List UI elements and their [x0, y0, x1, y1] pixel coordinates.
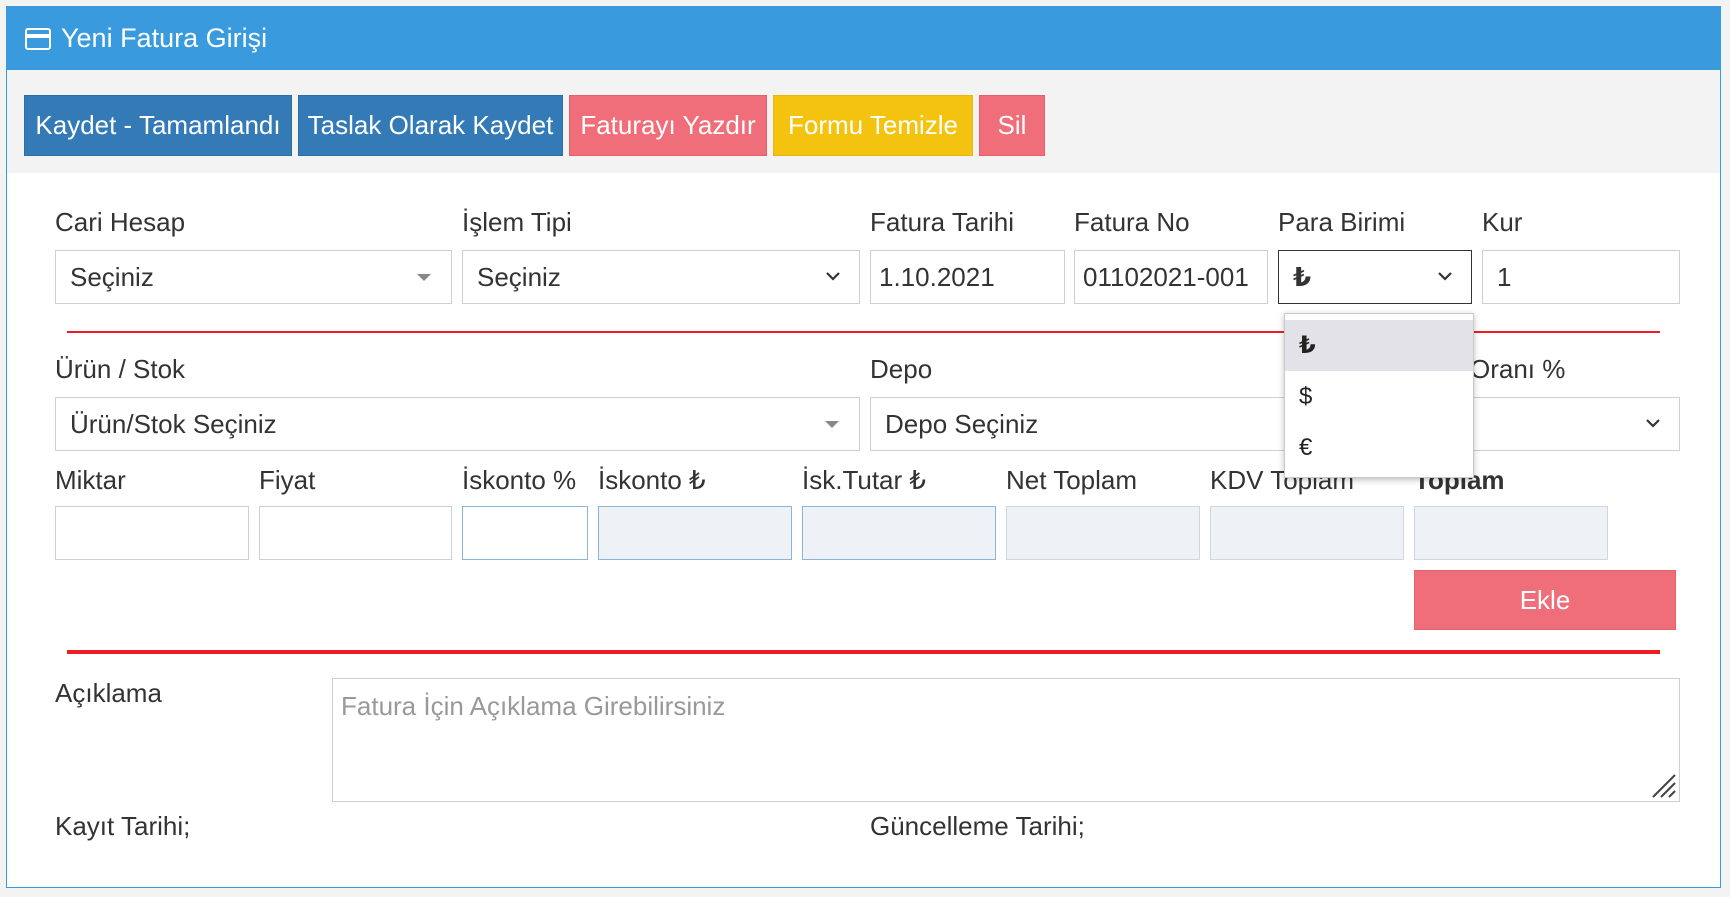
para-birimi-value: ₺ — [1293, 261, 1312, 292]
kdv-toplam-input — [1210, 506, 1404, 560]
currency-option-try[interactable]: ₺ — [1285, 320, 1473, 371]
kayit-tarihi-label: Kayıt Tarihi; — [55, 811, 191, 841]
invoice-panel: Yeni Fatura Girişi Kaydet - Tamamlandı T… — [6, 6, 1721, 888]
print-invoice-button[interactable]: Faturayı Yazdır — [569, 95, 767, 156]
kdv-orani-label: Oranı % — [1470, 354, 1566, 384]
iskonto-tl-label: İskonto ₺ — [598, 465, 706, 495]
iskonto-tl-input[interactable] — [598, 506, 792, 560]
net-toplam-input — [1006, 506, 1200, 560]
urun-stok-label: Ürün / Stok — [55, 354, 186, 384]
panel-header: Yeni Fatura Girişi — [7, 7, 1720, 70]
para-birimi-dropdown: ₺ $ € — [1284, 313, 1474, 478]
fatura-tarihi-input[interactable]: 1.10.2021 — [870, 250, 1065, 304]
islem-tipi-label: İşlem Tipi — [462, 207, 572, 237]
para-birimi-select[interactable]: ₺ — [1278, 250, 1472, 304]
fiyat-input[interactable] — [259, 506, 452, 560]
caret-down-icon — [417, 274, 431, 281]
iskonto-yuzde-label: İskonto % — [462, 465, 577, 495]
fatura-tarihi-label: Fatura Tarihi — [870, 207, 1015, 237]
page-title: Yeni Fatura Girişi — [61, 23, 268, 53]
miktar-label: Miktar — [55, 465, 126, 495]
delete-button[interactable]: Sil — [979, 95, 1045, 156]
iskonto-yuzde-input[interactable] — [462, 506, 588, 560]
cari-hesap-value: Seçiniz — [70, 261, 154, 292]
depo-select[interactable]: Depo Seçiniz — [870, 397, 1680, 451]
chevron-down-icon — [1646, 419, 1660, 428]
para-birimi-label: Para Birimi — [1278, 207, 1406, 237]
depo-value: Depo Seçiniz — [885, 408, 1039, 439]
urun-stok-select[interactable]: Ürün/Stok Seçiniz — [55, 397, 860, 451]
credit-card-icon — [25, 27, 51, 50]
chevron-down-icon — [826, 272, 840, 281]
toplam-input — [1414, 506, 1608, 560]
currency-option-usd[interactable]: $ — [1285, 371, 1473, 422]
currency-option-eur[interactable]: € — [1285, 422, 1473, 473]
fatura-no-label: Fatura No — [1074, 207, 1190, 237]
guncelleme-tarihi-label: Güncelleme Tarihi; — [870, 811, 1085, 841]
cari-hesap-select[interactable]: Seçiniz — [55, 250, 452, 304]
net-toplam-label: Net Toplam — [1006, 465, 1138, 495]
save-complete-button[interactable]: Kaydet - Tamamlandı — [24, 95, 292, 156]
caret-down-icon — [825, 421, 839, 428]
kur-label: Kur — [1482, 207, 1523, 237]
aciklama-label: Açıklama — [55, 678, 162, 708]
add-item-button[interactable]: Ekle — [1414, 570, 1676, 630]
toolbar: Kaydet - Tamamlandı Taslak Olarak Kaydet… — [7, 70, 1720, 173]
isk-tutar-input[interactable] — [802, 506, 996, 560]
isk-tutar-label: İsk.Tutar ₺ — [802, 465, 926, 495]
aciklama-textarea[interactable]: Fatura İçin Açıklama Girebilirsiniz — [332, 678, 1680, 802]
section-divider-thick — [67, 650, 1660, 654]
cari-hesap-label: Cari Hesap — [55, 207, 186, 237]
chevron-down-icon — [1438, 272, 1452, 281]
aciklama-placeholder: Fatura İçin Açıklama Girebilirsiniz — [341, 691, 726, 721]
depo-label: Depo — [870, 354, 933, 384]
fiyat-label: Fiyat — [259, 465, 316, 495]
miktar-input[interactable] — [55, 506, 249, 560]
resize-grip-icon[interactable] — [1647, 769, 1677, 799]
urun-stok-value: Ürün/Stok Seçiniz — [70, 408, 277, 439]
save-draft-button[interactable]: Taslak Olarak Kaydet — [298, 95, 563, 156]
kur-input[interactable]: 1 — [1482, 250, 1680, 304]
clear-form-button[interactable]: Formu Temizle — [773, 95, 973, 156]
fatura-no-input[interactable]: 01102021-001 — [1074, 250, 1268, 304]
islem-tipi-select[interactable]: Seçiniz — [462, 250, 860, 304]
islem-tipi-value: Seçiniz — [477, 261, 561, 292]
